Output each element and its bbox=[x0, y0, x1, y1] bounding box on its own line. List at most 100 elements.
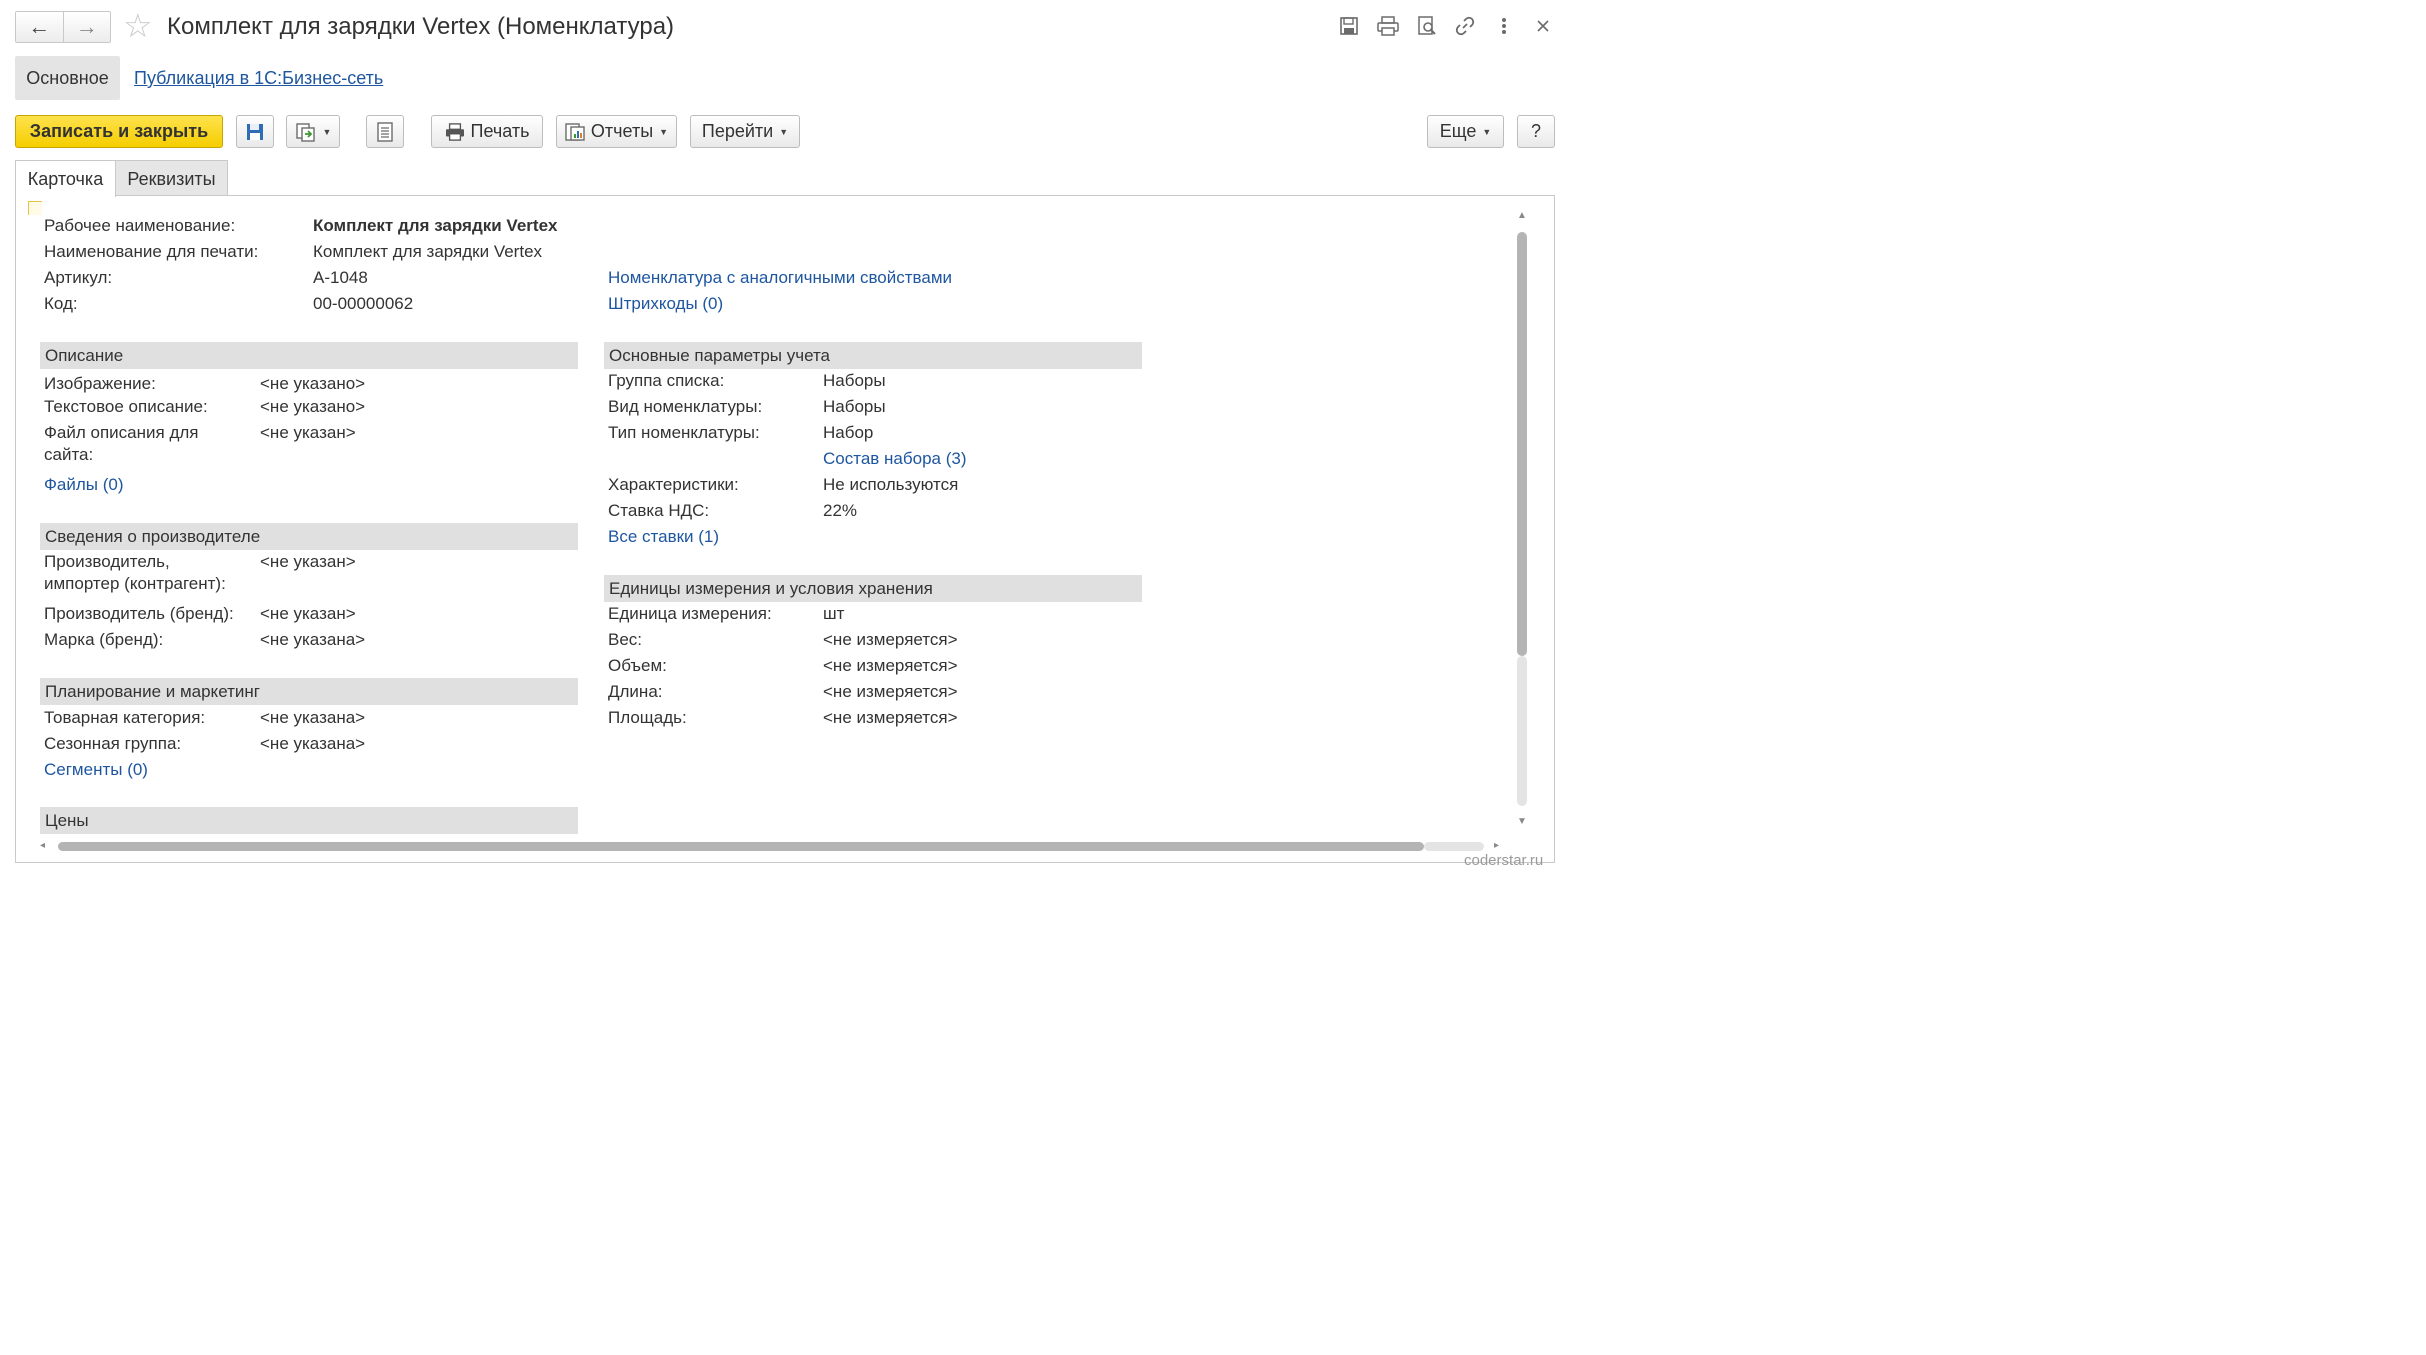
chevron-down-icon: ▼ bbox=[1482, 126, 1492, 137]
section-main[interactable]: Основное bbox=[15, 56, 120, 100]
working-name-label: Рабочее наименование: bbox=[44, 216, 236, 235]
files-link[interactable]: Файлы (0) bbox=[44, 474, 124, 496]
item-kind-label: Вид номенклатуры: bbox=[608, 397, 763, 416]
set-composition-link[interactable]: Состав набора (3) bbox=[823, 448, 966, 470]
characteristics-label: Характеристики: bbox=[608, 475, 739, 494]
unit-label: Единица измерения: bbox=[608, 604, 772, 623]
vertical-scroll-track bbox=[1517, 656, 1527, 806]
manufacturer-brand-value[interactable]: <не указан> bbox=[260, 603, 356, 625]
reports-button[interactable]: Отчеты ▼ bbox=[556, 115, 677, 148]
season-group-value[interactable]: <не указана> bbox=[260, 733, 365, 755]
mark-brand-value[interactable]: <не указана> bbox=[260, 629, 365, 651]
tab-requisites[interactable]: Реквизиты bbox=[116, 160, 228, 196]
scroll-right-icon[interactable]: ▸ bbox=[1494, 840, 1499, 851]
more-vertical-icon[interactable] bbox=[1492, 14, 1516, 38]
manufacturer-importer-label-cont: импортер (контрагент): bbox=[44, 574, 226, 593]
tab-card[interactable]: Карточка bbox=[15, 160, 116, 197]
section-publication-link[interactable]: Публикация в 1С:Бизнес-сеть bbox=[134, 67, 383, 89]
print-icon[interactable] bbox=[1376, 14, 1400, 38]
length-value[interactable]: <не измеряется> bbox=[823, 681, 958, 703]
save-and-close-label: Записать и закрыть bbox=[29, 121, 209, 141]
item-kind-value[interactable]: Наборы bbox=[823, 396, 886, 418]
chevron-down-icon: ▼ bbox=[779, 126, 789, 137]
similar-items-link[interactable]: Номенклатура с аналогичными свойствами bbox=[608, 267, 952, 289]
favorite-star-icon[interactable]: ☆ bbox=[123, 9, 153, 43]
save-and-close-button[interactable]: Записать и закрыть bbox=[15, 115, 223, 148]
product-category-value[interactable]: <не указана> bbox=[260, 707, 365, 729]
print-name-value[interactable]: Комплект для зарядки Vertex bbox=[313, 241, 542, 263]
item-type-label: Тип номенклатуры: bbox=[608, 423, 760, 442]
history-nav: ← → bbox=[15, 11, 111, 43]
list-group-value[interactable]: Наборы bbox=[823, 370, 886, 392]
unit-value[interactable]: шт bbox=[823, 603, 844, 625]
manufacturer-brand-label: Производитель (бренд): bbox=[44, 604, 234, 623]
save-button[interactable] bbox=[236, 115, 274, 148]
working-name-value[interactable]: Комплект для зарядки Vertex bbox=[313, 215, 557, 237]
arrow-left-icon: ← bbox=[28, 14, 51, 39]
characteristics-value[interactable]: Не используются bbox=[823, 474, 958, 496]
vertical-scroll-thumb[interactable] bbox=[1517, 232, 1527, 656]
manufacturer-importer-value[interactable]: <не указан> bbox=[260, 551, 356, 573]
save-icon[interactable] bbox=[1337, 14, 1361, 38]
article-value[interactable]: А-1048 bbox=[313, 267, 368, 289]
create-based-on-button[interactable]: ▼ bbox=[286, 115, 340, 148]
close-icon[interactable] bbox=[1531, 14, 1555, 38]
forward-button[interactable]: → bbox=[62, 12, 111, 42]
area-value[interactable]: <не измеряется> bbox=[823, 707, 958, 729]
vat-rate-value[interactable]: 22% bbox=[823, 500, 857, 522]
text-description-value[interactable]: <не указано> bbox=[260, 396, 365, 418]
help-button[interactable]: ? bbox=[1517, 115, 1555, 148]
area-label: Площадь: bbox=[608, 708, 687, 727]
site-file-label: Файл описания для bbox=[44, 423, 199, 442]
report-icon bbox=[565, 122, 585, 141]
image-label: Изображение: bbox=[44, 374, 156, 393]
focus-marker bbox=[28, 201, 42, 215]
barcodes-link[interactable]: Штрихкоды (0) bbox=[608, 293, 723, 315]
help-label: ? bbox=[1530, 121, 1541, 141]
floppy-icon bbox=[247, 123, 263, 140]
length-label: Длина: bbox=[608, 682, 663, 701]
scroll-down-icon[interactable]: ▼ bbox=[1517, 816, 1527, 827]
manufacturer-importer-label: Производитель, bbox=[44, 552, 170, 571]
group-description-header[interactable]: Описание bbox=[40, 342, 578, 369]
group-accounting-header[interactable]: Основные параметры учета bbox=[604, 342, 1142, 369]
chevron-down-icon: ▼ bbox=[322, 126, 332, 137]
group-prices-header[interactable]: Цены bbox=[40, 807, 578, 834]
image-value[interactable]: <не указано> bbox=[260, 373, 365, 395]
print-name-label: Наименование для печати: bbox=[44, 242, 259, 261]
volume-label: Объем: bbox=[608, 656, 667, 675]
print-label: Печать bbox=[470, 121, 530, 141]
preview-icon[interactable] bbox=[1415, 14, 1439, 38]
all-rates-link[interactable]: Все ставки (1) bbox=[608, 526, 719, 548]
scroll-left-icon[interactable]: ◂ bbox=[40, 840, 45, 851]
weight-value[interactable]: <не измеряется> bbox=[823, 629, 958, 651]
more-button[interactable]: Еще ▼ bbox=[1427, 115, 1504, 148]
group-units-header[interactable]: Единицы измерения и условия хранения bbox=[604, 575, 1142, 602]
back-button[interactable]: ← bbox=[16, 12, 63, 42]
segments-link[interactable]: Сегменты (0) bbox=[44, 759, 148, 781]
group-manufacturer-header[interactable]: Сведения о производителе bbox=[40, 523, 578, 550]
volume-value[interactable]: <не измеряется> bbox=[823, 655, 958, 677]
text-description-label: Текстовое описание: bbox=[44, 397, 208, 416]
season-group-label: Сезонная группа: bbox=[44, 734, 182, 753]
more-label: Еще bbox=[1439, 121, 1477, 141]
print-button[interactable]: Печать bbox=[431, 115, 543, 148]
vat-rate-label: Ставка НДС: bbox=[608, 501, 710, 520]
goto-button[interactable]: Перейти ▼ bbox=[690, 115, 800, 148]
link-icon[interactable] bbox=[1453, 14, 1477, 38]
code-value[interactable]: 00-00000062 bbox=[313, 293, 413, 315]
horizontal-scroll-thumb[interactable] bbox=[58, 842, 1424, 851]
scroll-up-icon[interactable]: ▲ bbox=[1517, 210, 1527, 221]
site-file-value[interactable]: <не указан> bbox=[260, 422, 356, 444]
watermark: coderstar.ru bbox=[1464, 852, 1544, 869]
article-label: Артикул: bbox=[44, 268, 113, 287]
printer-icon bbox=[445, 122, 464, 141]
list-group-label: Группа списка: bbox=[608, 371, 725, 390]
item-type-value: Набор bbox=[823, 423, 874, 442]
site-file-label-cont: сайта: bbox=[44, 445, 94, 464]
mark-brand-label: Марка (бренд): bbox=[44, 630, 164, 649]
structure-button[interactable] bbox=[366, 115, 404, 148]
document-list-icon bbox=[377, 121, 393, 142]
code-label: Код: bbox=[44, 294, 78, 313]
group-planning-header[interactable]: Планирование и маркетинг bbox=[40, 678, 578, 705]
